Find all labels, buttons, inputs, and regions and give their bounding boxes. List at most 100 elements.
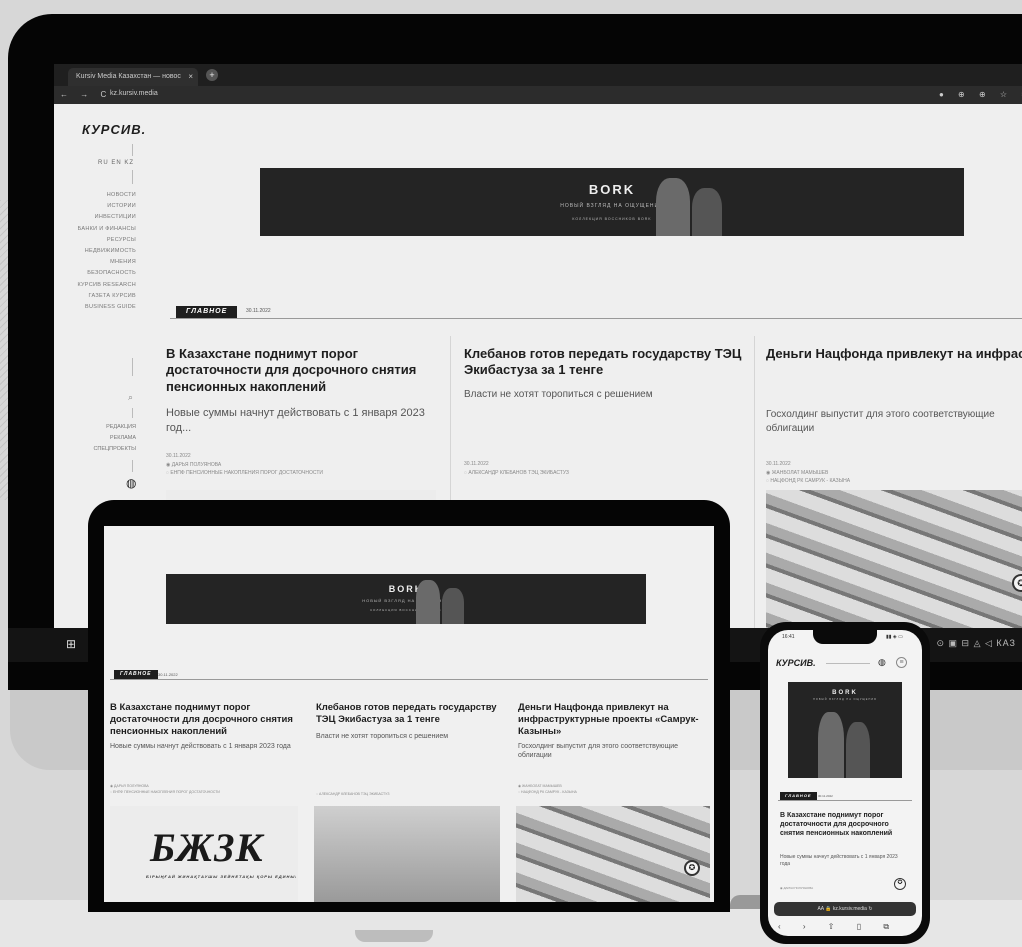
browser-tab-strip: Kursiv Media Казахстан — новос × + — [54, 64, 1022, 86]
sidebar-item[interactable]: РЕДАКЦИЯ — [54, 422, 136, 433]
browser-address-bar: ← → C kz.kursiv.media ● ⊕ ⊕ ☆ ✱ — [54, 86, 1022, 104]
sidebar-item[interactable]: КУРСИВ RESEARCH — [54, 280, 136, 291]
laptop: BORK НОВЫЙ ВЗГЛЯД НА ОЩУЩЕНИЯ КОЛЛЕКЦИЯ … — [88, 500, 730, 912]
banner-figure — [692, 188, 722, 236]
banner-tagline: НОВЫЙ ВЗГЛЯД НА ОЩУЩЕНИЯ — [813, 698, 877, 701]
sidebar-item[interactable]: МНЕНИЯ — [54, 257, 136, 268]
phone-url-bar[interactable]: AA 🔒 kz.kursiv.media ↻ — [774, 902, 916, 916]
site-logo[interactable]: КУРСИВ. — [82, 122, 146, 137]
compass-icon[interactable]: ✪ — [894, 878, 906, 890]
sidebar-item[interactable]: РЕКЛАМА — [54, 433, 136, 444]
article-photo[interactable] — [516, 806, 710, 902]
site-logo[interactable]: КУРСИВ. — [776, 658, 816, 668]
banner-brand: BORK — [388, 584, 424, 594]
ad-banner[interactable]: BORK НОВЫЙ ВЗГЛЯД НА ОЩУЩЕНИЯ КОЛЛЕКЦИЯ … — [166, 574, 646, 624]
sidebar-item[interactable]: БАНКИ И ФИНАНСЫ — [54, 224, 136, 235]
article-meta: ◉ ДАРЬЯ ПОЛУЯНОВА ◌ ЕНПФ ПЕНСИОННЫЕ НАКО… — [110, 784, 220, 796]
article-title[interactable]: В Казахстане поднимут порог достаточност… — [166, 346, 440, 395]
banner-figure — [416, 580, 440, 624]
browser-tab[interactable]: Kursiv Media Казахстан — новос × — [68, 68, 198, 86]
article-photo[interactable] — [766, 490, 1022, 642]
new-tab-button[interactable]: + — [206, 69, 218, 81]
section-divider — [110, 679, 708, 680]
phone-notch — [813, 630, 877, 644]
banner-figure — [846, 722, 870, 778]
article-date: 30.11.2022 — [766, 461, 791, 467]
sidebar-item[interactable]: BUSINESS GUIDE — [54, 302, 136, 313]
article-date: 30.11.2022 — [166, 453, 191, 459]
ad-banner[interactable]: BORK НОВЫЙ ВЗГЛЯД НА ОЩУЩЕНИЯ КОЛЛЕКЦИЯ … — [260, 168, 964, 236]
system-tray[interactable]: ⊙ ▣ ⊟ ◬ ◁ КАЗ — [936, 638, 1016, 649]
article-title[interactable]: Деньги Нацфонда привлекут на инфраструкт… — [766, 346, 1022, 362]
sidebar-item[interactable]: НЕДВИЖИМОСТЬ — [54, 246, 136, 257]
banner-figure — [818, 712, 844, 778]
sidebar-item[interactable]: БЕЗОПАСНОСТЬ — [54, 268, 136, 279]
article-tags[interactable]: ◌ ЕНПФ ПЕНСИОННЫЕ НАКОПЛЕНИЯ ПОРОГ ДОСТА… — [166, 469, 323, 478]
article-title[interactable]: В Казахстане поднимут порог достаточност… — [780, 812, 910, 838]
start-icon[interactable]: ⊞ — [66, 638, 78, 650]
laptop-base — [355, 930, 433, 942]
article-title[interactable]: Деньги Нацфонда привлекут на инфраструкт… — [518, 702, 710, 738]
article-author[interactable]: ◉ ЖАНБОЛАТ МАМЫШЕВ — [766, 469, 850, 478]
article-author[interactable]: ◉ ДАРЬЯ ПОЛУЯНОВА — [780, 886, 813, 891]
article-title[interactable]: В Казахстане поднимут порог достаточност… — [110, 702, 300, 738]
section-date: 30.11.2022 — [818, 794, 833, 798]
sidebar-item[interactable]: ИСТОРИИ — [54, 201, 136, 212]
photo-caption: БІРЫҢҒАЙ ЖИНАҚТАУШЫ ЗЕЙНЕТАҚЫ ҚОРЫ ЕДИНЫ… — [146, 874, 296, 879]
extension-icons[interactable]: ● ⊕ ⊕ ☆ ✱ — [939, 90, 1022, 99]
article-lead: Власти не хотят торопиться с решением — [316, 733, 449, 740]
article-author[interactable]: ◉ ДАРЬЯ ПОЛУЯНОВА — [166, 461, 323, 470]
sidebar-item[interactable]: ИНВЕСТИЦИИ — [54, 212, 136, 223]
article-tags[interactable]: ◌ АЛЕКСАНДР КЛЕБАНОВ ТЭЦ ЭКИБАСТУЗ — [316, 792, 389, 798]
search-icon[interactable]: ⌕ — [128, 392, 133, 403]
article-meta: ◉ ДАРЬЯ ПОЛУЯНОВА — [780, 886, 813, 891]
nav-buttons[interactable]: ← → C — [60, 90, 111, 99]
article-tags[interactable]: ◌ АЛЕКСАНДР КЛЕБАНОВ ТЭЦ ЭКИБАСТУЗ — [464, 469, 569, 478]
smartphone: 16:41 ▮▮ ◈ ▭ КУРСИВ. ◍ ≡ BORK НОВЫЙ ВЗГЛ… — [760, 622, 930, 944]
article-date: 30.11.2022 — [464, 461, 489, 467]
section-label: ГЛАВНОЕ — [176, 306, 238, 318]
banner-small-text: КОЛЛЕКЦИЯ ВОССНИКОВ BORK — [370, 608, 442, 612]
section-divider — [778, 800, 912, 801]
banner-figure — [442, 588, 464, 624]
article-lead: Госхолдинг выпустит для этого соответств… — [518, 743, 679, 760]
section-divider — [170, 318, 1022, 319]
divider — [132, 358, 133, 376]
sidebar-menu: НОВОСТИ ИСТОРИИ ИНВЕСТИЦИИ БАНКИ И ФИНАН… — [54, 190, 136, 313]
sidebar-item[interactable]: ГАЗЕТА КУРСИВ — [54, 291, 136, 302]
menu-icon[interactable]: ≡ — [896, 657, 907, 668]
sidebar-item[interactable]: РЕСУРСЫ — [54, 235, 136, 246]
globe-icon[interactable]: ◍ — [126, 476, 136, 490]
article-tags[interactable]: ◌ НАЦФОНД РК САМРУК - КАЗЫНА — [766, 477, 850, 486]
url-field[interactable]: kz.kursiv.media — [110, 90, 158, 97]
article-lead: Новые суммы начнут действовать с 1 январ… — [780, 854, 898, 867]
photo-texture — [516, 806, 710, 902]
globe-icon[interactable]: ◍ — [878, 657, 886, 668]
article-photo[interactable] — [314, 806, 500, 902]
article-tags[interactable]: ◌ НАЦФОНД РК САМРУК - КАЗЫНА — [518, 790, 577, 796]
article-photo[interactable]: БЖЗК БІРЫҢҒАЙ ЖИНАҚТАУШЫ ЗЕЙНЕТАҚЫ ҚОРЫ … — [110, 806, 298, 902]
section-date: 30.11.2022 — [246, 308, 271, 314]
article-lead: Новые суммы начнут действовать с 1 январ… — [110, 743, 291, 750]
sidebar-item[interactable]: НОВОСТИ — [54, 190, 136, 201]
article-title[interactable]: Клебанов готов передать государству ТЭЦ … — [464, 346, 746, 379]
ad-banner[interactable]: BORK НОВЫЙ ВЗГЛЯД НА ОЩУЩЕНИЯ — [788, 682, 902, 778]
photo-texture — [766, 490, 1022, 642]
banner-brand: BORK — [832, 690, 858, 696]
language-switcher[interactable]: RU EN KZ — [98, 160, 134, 166]
tab-close-icon[interactable]: × — [188, 68, 193, 86]
sidebar-item[interactable]: СПЕЦПРОЕКТЫ — [54, 444, 136, 455]
section-label: ГЛАВНОЕ — [780, 792, 817, 800]
banner-tagline: НОВЫЙ ВЗГЛЯД НА ОЩУЩЕНИЯ — [560, 203, 664, 209]
compass-icon[interactable]: ✪ — [684, 860, 700, 876]
phone-nav-bar[interactable]: ‹ › ⇧ ▯ ⧉ — [778, 922, 912, 932]
divider — [132, 408, 133, 418]
article-tags[interactable]: ◌ ЕНПФ ПЕНСИОННЫЕ НАКОПЛЕНИЯ ПОРОГ ДОСТА… — [110, 790, 220, 796]
banner-tagline: НОВЫЙ ВЗГЛЯД НА ОЩУЩЕНИЯ — [362, 598, 450, 603]
article-lead: Госхолдинг выпустит для этого соответств… — [766, 409, 995, 434]
article-meta: ◌ АЛЕКСАНДР КЛЕБАНОВ ТЭЦ ЭКИБАСТУЗ — [316, 792, 389, 798]
article-title[interactable]: Клебанов готов передать государству ТЭЦ … — [316, 702, 506, 726]
article-lead: Власти не хотят торопиться с решением — [464, 389, 653, 400]
tab-title: Kursiv Media Казахстан — новос — [76, 73, 181, 80]
divider — [132, 170, 133, 184]
